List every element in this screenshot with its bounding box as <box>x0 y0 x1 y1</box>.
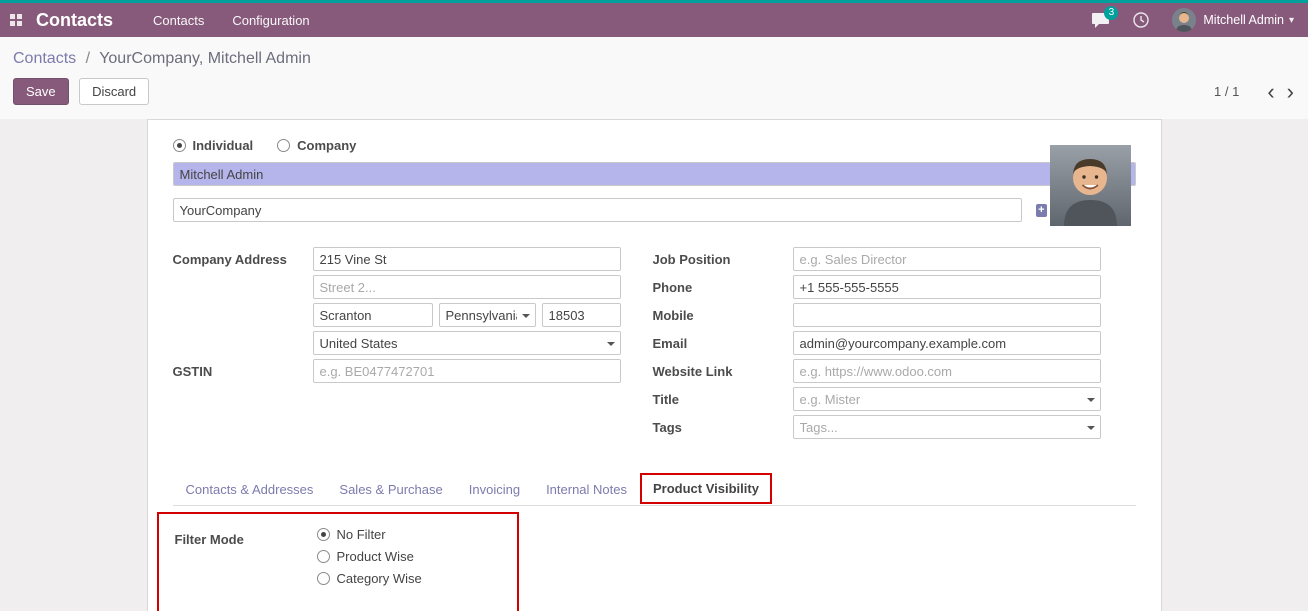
apps-menu-icon[interactable] <box>10 14 22 26</box>
clock-icon <box>1132 11 1150 29</box>
chevron-down-icon: ▾ <box>1289 15 1294 26</box>
user-menu[interactable]: Mitchell Admin ▾ <box>1172 8 1294 32</box>
radio-icon <box>317 528 330 541</box>
address-column: Company Address Pennsylvania (L <box>173 247 653 443</box>
contact-photo[interactable] <box>1050 145 1131 226</box>
breadcrumb: Contacts / YourCompany, Mitchell Admin <box>0 37 1308 68</box>
content-area: Individual Company + Create company <box>0 119 1308 611</box>
contact-form-sheet: Individual Company + Create company <box>147 119 1162 611</box>
tab-internal-notes[interactable]: Internal Notes <box>533 474 640 505</box>
save-button[interactable]: Save <box>13 78 69 105</box>
field-label-gstin: GSTIN <box>173 359 313 383</box>
radio-icon <box>317 550 330 563</box>
tab-sales-purchase[interactable]: Sales & Purchase <box>326 474 455 505</box>
zip-input[interactable] <box>542 303 621 327</box>
radio-product-wise-label: Product Wise <box>337 549 414 564</box>
breadcrumb-separator: / <box>86 50 90 67</box>
user-avatar <box>1172 8 1196 32</box>
pager-next-button[interactable]: › <box>1287 84 1294 100</box>
radio-category-wise[interactable]: Category Wise <box>317 571 422 586</box>
radio-icon <box>277 139 290 152</box>
radio-no-filter-label: No Filter <box>337 527 386 542</box>
tags-select[interactable]: Tags... <box>793 415 1101 439</box>
pager-value: 1 / 1 <box>1214 84 1239 99</box>
tab-product-visibility[interactable]: Product Visibility <box>640 473 772 504</box>
radio-product-wise[interactable]: Product Wise <box>317 549 422 564</box>
notebook-tabs: Contacts & Addresses Sales & Purchase In… <box>173 473 1136 506</box>
field-label-title: Title <box>653 387 793 411</box>
field-label-spacer <box>173 303 313 327</box>
radio-no-filter[interactable]: No Filter <box>317 527 422 542</box>
tab-contacts-addresses[interactable]: Contacts & Addresses <box>173 474 327 505</box>
control-panel: Contacts / YourCompany, Mitchell Admin S… <box>0 37 1308 119</box>
field-label-email: Email <box>653 331 793 355</box>
radio-company[interactable]: Company <box>277 138 356 153</box>
email-input[interactable] <box>793 331 1101 355</box>
mobile-input[interactable] <box>793 303 1101 327</box>
chevron-down-icon <box>1087 426 1095 434</box>
radio-category-wise-label: Category Wise <box>337 571 422 586</box>
website-link-input[interactable] <box>793 359 1101 383</box>
chevron-down-icon <box>607 342 615 350</box>
field-label-filter-mode: Filter Mode <box>175 527 317 593</box>
breadcrumb-current: YourCompany, Mitchell Admin <box>99 50 311 67</box>
radio-icon <box>173 139 186 152</box>
state-select-value: Pennsylvania (L <box>446 308 517 323</box>
radio-individual[interactable]: Individual <box>173 138 254 153</box>
pager: 1 / 1 ‹ › <box>1214 84 1294 100</box>
state-select[interactable]: Pennsylvania (L <box>439 303 536 327</box>
form-columns: Company Address Pennsylvania (L <box>173 247 1136 443</box>
top-menu: Contacts Configuration <box>153 13 338 28</box>
title-select[interactable]: e.g. Mister <box>793 387 1101 411</box>
field-label-spacer <box>173 275 313 299</box>
field-label-job-position: Job Position <box>653 247 793 271</box>
country-select-value: United States <box>320 336 398 351</box>
topbar-left: Contacts Contacts Configuration <box>10 10 338 31</box>
radio-icon <box>317 572 330 585</box>
field-label-tags: Tags <box>653 415 793 439</box>
title-select-placeholder: e.g. Mister <box>800 392 861 407</box>
field-label-spacer <box>173 331 313 355</box>
control-panel-row: Save Discard 1 / 1 ‹ › <box>0 68 1308 117</box>
topbar-right: 3 Mitchell Admin ▾ <box>1069 8 1294 32</box>
country-select[interactable]: United States <box>313 331 621 355</box>
breadcrumb-contacts-link[interactable]: Contacts <box>13 50 76 67</box>
contact-name-input[interactable] <box>173 162 1136 186</box>
company-type-selector: Individual Company <box>173 138 1136 153</box>
app-title[interactable]: Contacts <box>36 10 113 31</box>
menu-configuration[interactable]: Configuration <box>232 13 309 28</box>
street2-input[interactable] <box>313 275 621 299</box>
chevron-down-icon <box>522 314 530 322</box>
phone-input[interactable] <box>793 275 1101 299</box>
filter-mode-options: No Filter Product Wise Category Wise <box>317 527 422 593</box>
job-position-input[interactable] <box>793 247 1101 271</box>
filter-mode-section: Filter Mode No Filter Product Wise Categ… <box>157 512 519 611</box>
messages-icon[interactable]: 3 <box>1091 12 1110 29</box>
chevron-down-icon <box>1087 398 1095 406</box>
tab-invoicing[interactable]: Invoicing <box>456 474 533 505</box>
menu-contacts[interactable]: Contacts <box>153 13 204 28</box>
plus-square-icon: + <box>1036 204 1047 217</box>
top-navbar: Contacts Contacts Configuration 3 Mitche… <box>0 3 1308 37</box>
user-name: Mitchell Admin <box>1203 13 1284 27</box>
city-input[interactable] <box>313 303 433 327</box>
radio-company-label: Company <box>297 138 356 153</box>
form-buttons: Save Discard <box>13 78 149 105</box>
pager-previous-button[interactable]: ‹ <box>1267 84 1274 100</box>
contact-details-column: Job Position Phone Mobile Email Website … <box>653 247 1136 443</box>
company-name-input[interactable] <box>173 198 1022 222</box>
field-label-company-address: Company Address <box>173 247 313 271</box>
company-row: + Create company <box>173 195 1136 225</box>
tags-select-placeholder: Tags... <box>800 420 838 435</box>
messages-badge: 3 <box>1104 6 1118 20</box>
field-label-website: Website Link <box>653 359 793 383</box>
activities-icon[interactable] <box>1132 11 1150 29</box>
discard-button[interactable]: Discard <box>79 78 149 105</box>
radio-individual-label: Individual <box>193 138 254 153</box>
gstin-input[interactable] <box>313 359 621 383</box>
street-input[interactable] <box>313 247 621 271</box>
field-label-mobile: Mobile <box>653 303 793 327</box>
field-label-phone: Phone <box>653 275 793 299</box>
